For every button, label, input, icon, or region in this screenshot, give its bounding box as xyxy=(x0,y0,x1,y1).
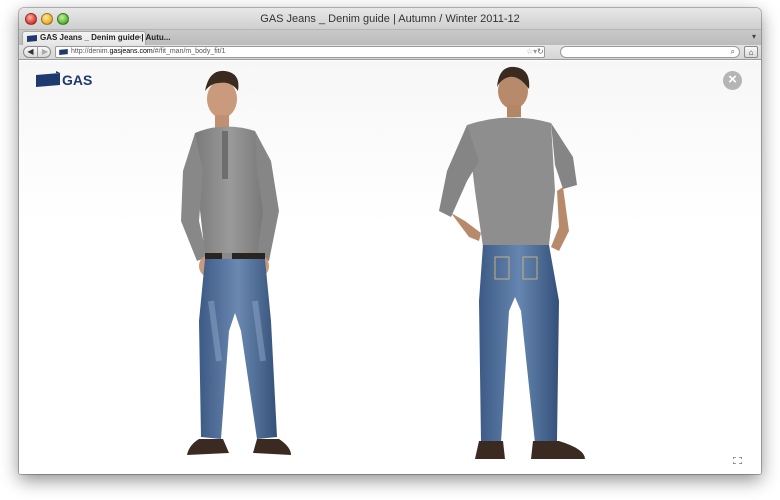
window-title: GAS Jeans _ Denim guide | Autumn / Winte… xyxy=(260,13,520,25)
address-bar[interactable]: http://denim.gasjeans.com/#/fit_man/m_bo… xyxy=(55,46,545,58)
gas-favicon-icon xyxy=(27,35,37,42)
back-arrow-icon[interactable]: ◀ xyxy=(24,46,38,58)
star-icon[interactable]: ☆▾ xyxy=(526,47,537,56)
home-icon[interactable]: ⌂ xyxy=(744,46,758,58)
close-icon[interactable]: × xyxy=(137,33,142,42)
tab-gas-jeans[interactable]: GAS Jeans _ Denim guide | Autu... × xyxy=(22,31,170,45)
title-bar: GAS Jeans _ Denim guide | Autumn / Winte… xyxy=(19,8,761,30)
model-back-view xyxy=(439,66,585,459)
gas-logo[interactable]: GAS xyxy=(36,71,102,91)
tab-list-icon[interactable]: ▾ xyxy=(752,32,756,41)
url-text: http://denim.gasjeans.com/#/fit_man/m_bo… xyxy=(71,48,226,55)
navigation-toolbar: ◀ ▶ http://denim.gasjeans.com/#/fit_man/… xyxy=(19,45,761,60)
model-front-view xyxy=(181,70,291,455)
browser-window: GAS Jeans _ Denim guide | Autumn / Winte… xyxy=(19,8,761,474)
forward-arrow-icon[interactable]: ▶ xyxy=(38,46,52,58)
page-content: GAS × xyxy=(19,61,761,474)
tab-label: GAS Jeans _ Denim guide | Autu... xyxy=(40,33,171,42)
gas-favicon-icon xyxy=(59,49,68,55)
svg-text:GAS: GAS xyxy=(62,72,92,88)
search-icon[interactable]: ⌕ xyxy=(731,47,735,57)
fullscreen-icon[interactable] xyxy=(733,457,742,464)
search-input[interactable]: ⌕ xyxy=(560,46,740,58)
nav-buttons: ◀ ▶ xyxy=(23,46,51,58)
close-circle-icon[interactable]: × xyxy=(723,71,742,90)
tab-strip: GAS Jeans _ Denim guide | Autu... × ▾ xyxy=(19,30,761,45)
reload-icon[interactable]: ↻ xyxy=(537,47,544,56)
